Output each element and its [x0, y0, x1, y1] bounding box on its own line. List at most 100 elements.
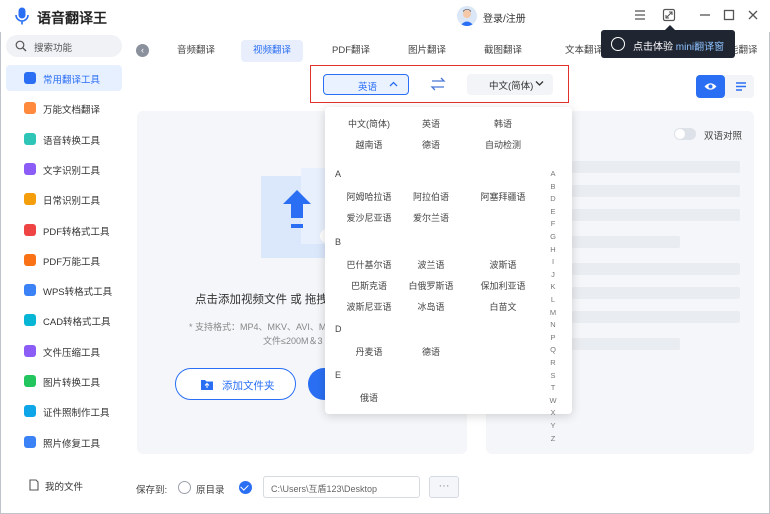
user-avatar[interactable]	[457, 6, 477, 26]
language-option[interactable]: 中文(简体)	[348, 117, 390, 130]
save-path-input[interactable]: C:\Users\互盾123\Desktop	[263, 476, 420, 498]
alphabet-index-letter[interactable]: B	[549, 182, 557, 191]
maximize-icon[interactable]	[722, 8, 736, 22]
language-option[interactable]: 白苗文	[489, 300, 516, 313]
language-option[interactable]: 保加利亚语	[480, 279, 525, 292]
alphabet-index-letter[interactable]: Q	[549, 345, 557, 354]
search-box[interactable]: 搜索功能	[6, 35, 122, 57]
alphabet-index-letter[interactable]: W	[549, 396, 557, 405]
custom-path-radio[interactable]	[239, 481, 252, 494]
language-option[interactable]: 丹麦语	[355, 345, 382, 358]
target-language-select[interactable]: 中文(简体)	[467, 74, 553, 95]
sidebar-item-1[interactable]: 万能文档翻译	[6, 95, 122, 121]
title-bar: 语音翻译王 登录/注册	[0, 0, 770, 32]
alphabet-index-letter[interactable]: Z	[549, 434, 557, 443]
language-option[interactable]: 阿拉伯语	[413, 190, 449, 203]
menu-icon[interactable]	[633, 8, 647, 22]
original-dir-radio[interactable]	[178, 481, 191, 494]
sidebar-item-3[interactable]: 文字识别工具	[6, 156, 122, 182]
placeholder-line	[572, 311, 740, 323]
tooltip-highlight: mini翻译窗	[675, 42, 725, 53]
tabs-scroll-left-icon[interactable]: ‹	[136, 44, 149, 57]
language-option[interactable]: 俄语	[360, 391, 378, 404]
eye-icon	[704, 83, 717, 90]
alphabet-index-letter[interactable]: R	[549, 358, 557, 367]
language-option[interactable]: 阿姆哈拉语	[346, 190, 391, 203]
alphabet-index-letter[interactable]: E	[549, 207, 557, 216]
alphabet-index-letter[interactable]: I	[549, 257, 557, 266]
add-folder-button[interactable]: 添加文件夹	[175, 368, 296, 400]
sidebar-item-label: 我的文件	[45, 482, 84, 493]
close-icon[interactable]	[746, 8, 760, 22]
language-option[interactable]: 冰岛语	[417, 300, 444, 313]
alphabet-index-letter[interactable]: F	[549, 219, 557, 228]
alphabet-index-letter[interactable]: L	[549, 295, 557, 304]
sidebar-item-10[interactable]: 图片转换工具	[6, 368, 122, 394]
language-option[interactable]: 韩语	[494, 117, 512, 130]
alphabet-index-letter[interactable]: T	[549, 383, 557, 392]
tab-1[interactable]: 视频翻译	[241, 40, 304, 62]
mini-window-tooltip[interactable]: 点击体验 mini翻译窗	[601, 25, 735, 58]
sidebar-item-4[interactable]: 日常识别工具	[6, 186, 122, 212]
sidebar-item-label: 证件照制作工具	[43, 408, 110, 420]
alphabet-index-letter[interactable]: A	[549, 169, 557, 178]
alphabet-index-letter[interactable]: H	[549, 245, 557, 254]
sidebar-item-label: 日常识别工具	[43, 196, 101, 208]
tab-2[interactable]: PDF翻译	[320, 40, 382, 62]
alphabet-index-letter[interactable]: X	[549, 408, 557, 417]
search-placeholder: 搜索功能	[34, 43, 73, 54]
preview-mode-button[interactable]	[696, 75, 725, 98]
language-option[interactable]: 巴斯克语	[351, 279, 387, 292]
minimize-icon[interactable]	[698, 8, 712, 22]
voice-icon	[24, 132, 36, 145]
alphabet-index-letter[interactable]: G	[549, 232, 557, 241]
tab-4[interactable]: 截图翻译	[472, 40, 534, 62]
microphone-logo-icon	[15, 7, 29, 25]
sidebar-item-my-files[interactable]: 我的文件	[6, 472, 122, 498]
sidebar-item-2[interactable]: 语音转换工具	[6, 126, 122, 152]
language-option[interactable]: 波兰语	[417, 258, 444, 271]
language-option[interactable]: 德语	[422, 138, 440, 151]
alphabet-index-letter[interactable]: S	[549, 371, 557, 380]
language-option[interactable]: 德语	[422, 345, 440, 358]
language-option[interactable]: 波斯语	[489, 258, 516, 271]
sidebar-item-11[interactable]: 证件照制作工具	[6, 398, 122, 424]
tab-0[interactable]: 音频翻译	[165, 40, 227, 62]
language-option[interactable]: 越南语	[355, 138, 382, 151]
language-option[interactable]: 自动检测	[485, 138, 521, 151]
alphabet-index-letter[interactable]: J	[549, 270, 557, 279]
alphabet-index-letter[interactable]: P	[549, 333, 557, 342]
browse-folder-button[interactable]: ···	[429, 476, 459, 498]
sidebar-item-7[interactable]: WPS转格式工具	[6, 277, 122, 303]
language-option[interactable]: 波斯尼亚语	[346, 300, 391, 313]
sidebar-item-8[interactable]: CAD转格式工具	[6, 307, 122, 333]
sidebar-item-label: 万能文档翻译	[43, 105, 101, 117]
sidebar-item-12[interactable]: 照片修复工具	[6, 429, 122, 455]
alphabet-index-letter[interactable]: D	[549, 194, 557, 203]
alphabet-index-letter[interactable]: M	[549, 308, 557, 317]
language-option[interactable]: 巴什基尔语	[346, 258, 391, 271]
language-option[interactable]: 英语	[422, 117, 440, 130]
language-option[interactable]: 白俄罗斯语	[408, 279, 453, 292]
alphabet-index-letter[interactable]: Y	[549, 421, 557, 430]
language-option[interactable]: 爱沙尼亚语	[346, 211, 391, 224]
original-dir-label: 原目录	[196, 485, 225, 496]
file-size-limit: 文件≤200M＆3	[263, 336, 323, 346]
list-mode-icon[interactable]	[735, 81, 747, 92]
login-register-link[interactable]: 登录/注册	[483, 10, 526, 25]
sidebar-item-label: PDF转格式工具	[43, 226, 110, 238]
alphabet-index-letter[interactable]: N	[549, 320, 557, 329]
sidebar-item-6[interactable]: PDF万能工具	[6, 247, 122, 273]
language-option[interactable]: 阿塞拜疆语	[480, 190, 525, 203]
sidebar-item-9[interactable]: 文件压缩工具	[6, 338, 122, 364]
sidebar-item-5[interactable]: PDF转格式工具	[6, 217, 122, 243]
sidebar-item-0[interactable]: 常用翻译工具	[6, 65, 122, 91]
alphabet-index-letter[interactable]: K	[549, 282, 557, 291]
tab-3[interactable]: 图片翻译	[396, 40, 458, 62]
source-language-select[interactable]: 英语	[323, 74, 409, 95]
tooltip-prefix: 点击体验	[633, 42, 673, 53]
language-option[interactable]: 爱尔兰语	[413, 211, 449, 224]
shrink-icon[interactable]	[662, 8, 676, 22]
dual-compare-toggle[interactable]	[674, 128, 696, 140]
swap-languages-icon[interactable]	[429, 75, 447, 93]
